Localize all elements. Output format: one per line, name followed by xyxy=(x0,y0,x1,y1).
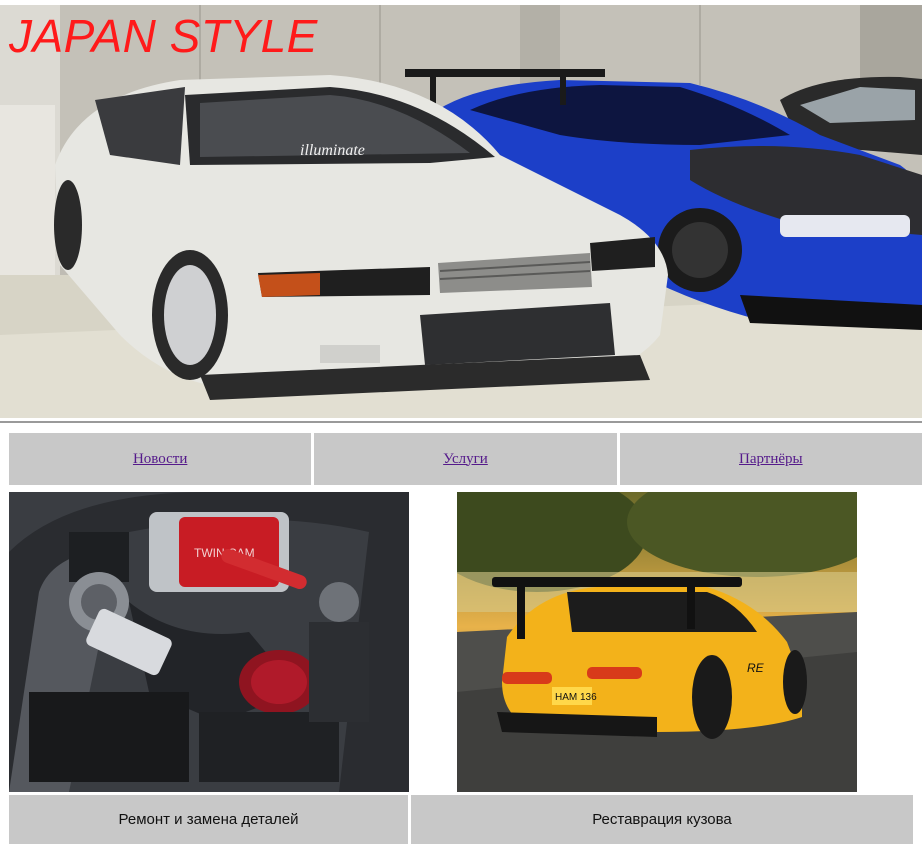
site-title: JAPAN STYLE xyxy=(9,10,318,62)
banner-cars-image: illuminate xyxy=(0,5,922,418)
nav-link-partners[interactable]: Партнёры xyxy=(739,451,803,468)
caption-repair: Ремонт и замена деталей xyxy=(9,795,408,844)
header-banner: illuminate JAPAN STYLE xyxy=(0,5,922,418)
engine-bay-photo: TWIN CAM xyxy=(9,492,409,792)
nav-cell-news: Новости xyxy=(9,433,312,485)
svg-text:RE: RE xyxy=(747,661,765,675)
yellow-mazda-rx7-photo: HAM 136 RE xyxy=(457,492,857,792)
caption-body-restoration: Реставрация кузова xyxy=(411,795,913,844)
service-captions: Ремонт и замена деталей Реставрация кузо… xyxy=(9,795,922,844)
nav-link-news[interactable]: Новости xyxy=(133,451,187,468)
nav-link-services[interactable]: Услуги xyxy=(443,451,488,468)
nav-cell-partners: Партнёры xyxy=(619,433,922,485)
svg-text:HAM 136: HAM 136 xyxy=(555,692,597,703)
header-divider xyxy=(0,421,922,423)
nav-cell-services: Услуги xyxy=(314,433,617,485)
svg-text:illuminate: illuminate xyxy=(300,142,365,159)
main-nav: Новости Услуги Партнёры xyxy=(9,433,922,485)
